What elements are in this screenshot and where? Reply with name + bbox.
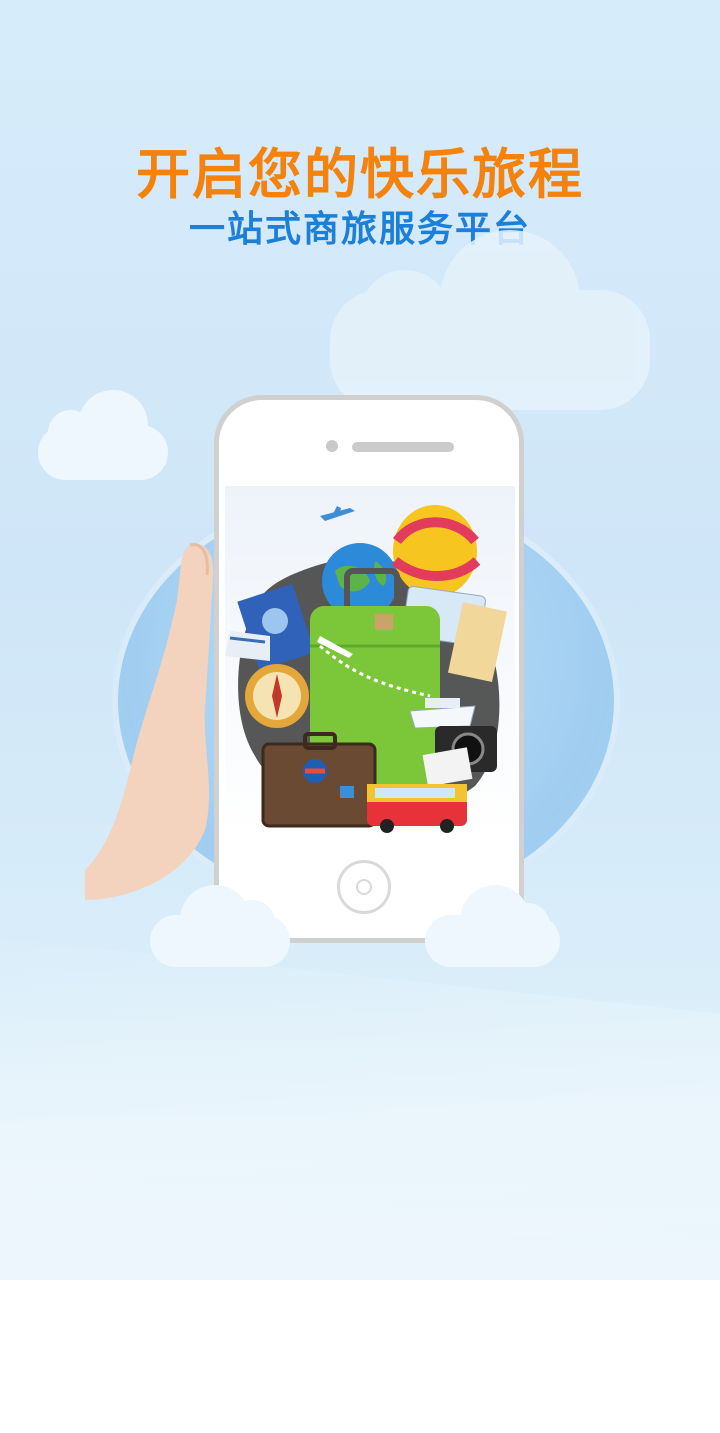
- bus-icon: [367, 784, 467, 833]
- camera-icon: [326, 440, 338, 452]
- cloud-decoration: [38, 390, 168, 480]
- splash-title: 开启您的快乐旅程: [136, 143, 584, 206]
- cloud-decoration: [330, 230, 650, 410]
- cloud-decoration: [150, 885, 290, 967]
- travel-collage: [225, 486, 515, 838]
- cloud-decoration: [425, 885, 560, 967]
- home-button: [337, 860, 391, 914]
- luggage-icon: [261, 732, 377, 828]
- background-haze: [0, 927, 720, 1433]
- speaker-grille: [352, 442, 454, 452]
- phone-mockup: [214, 395, 524, 943]
- compass-icon: [245, 664, 309, 728]
- phone-screen: [225, 486, 515, 838]
- splash-subtitle: 一站式商旅服务平台: [188, 209, 531, 250]
- train-icon: [225, 631, 270, 661]
